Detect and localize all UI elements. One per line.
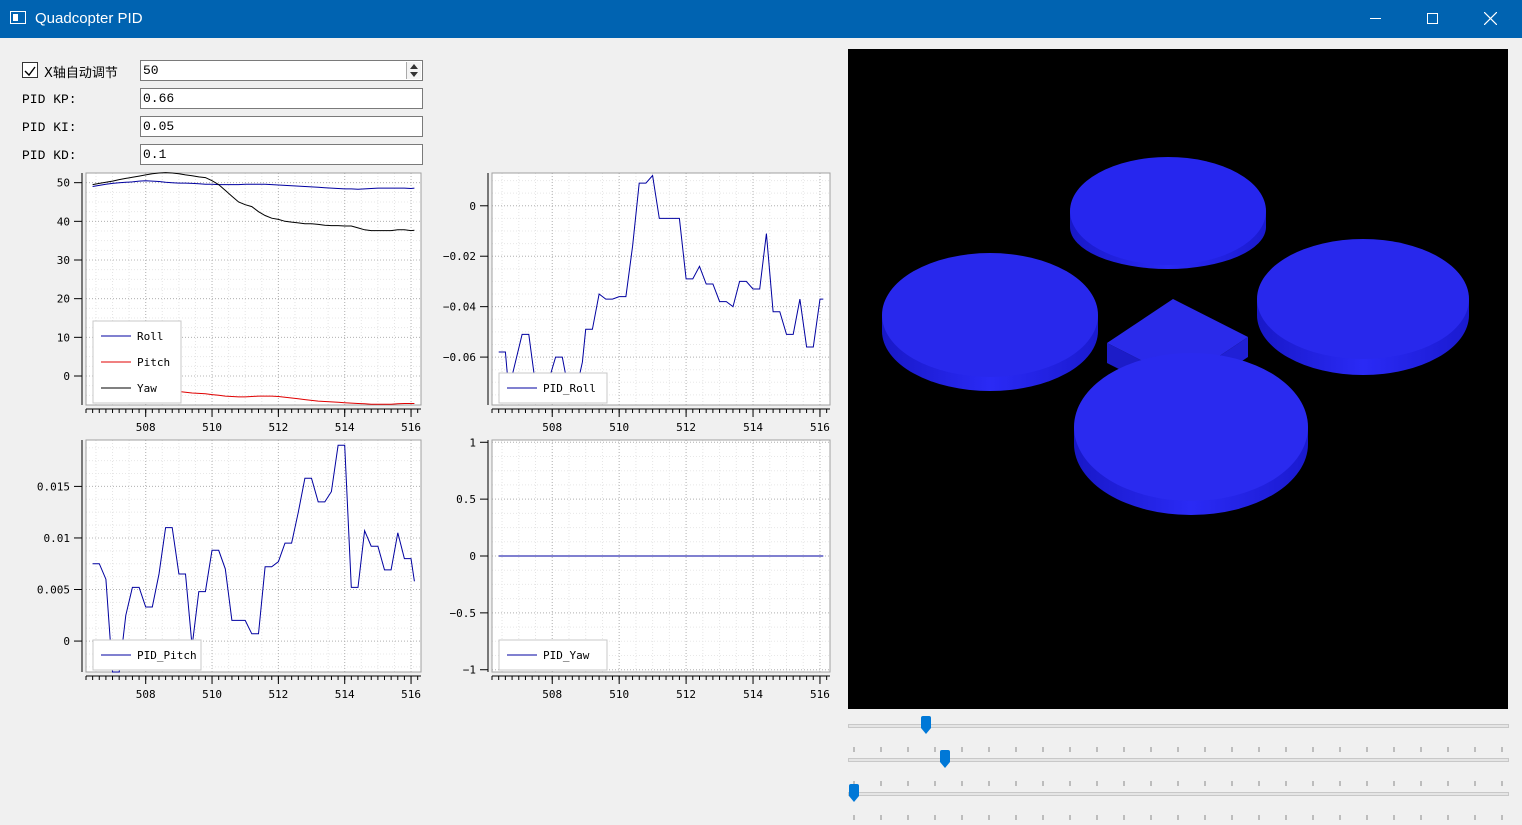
x-tick-label: 510: [202, 421, 222, 434]
x-tick-label: 510: [609, 688, 629, 701]
y-tick-label: 0: [469, 550, 476, 563]
auto-tune-label: X轴自动调节: [44, 66, 118, 81]
y-tick-label: 0: [63, 635, 70, 648]
slider-tick-marks: [853, 815, 1503, 820]
legend-label: PID_Pitch: [137, 649, 197, 662]
checkmark-icon: [24, 66, 36, 77]
slider-1-handle[interactable]: [920, 716, 931, 734]
x-tick-label: 516: [810, 421, 830, 434]
window-title: Quadcopter PID: [35, 10, 143, 27]
minimize-button[interactable]: [1346, 0, 1404, 38]
x-tick-label: 514: [335, 421, 355, 434]
spinbox-value: 50: [143, 63, 159, 78]
y-tick-label: 0: [469, 200, 476, 213]
kp-input[interactable]: 0.66: [140, 88, 423, 109]
auto-tune-checkbox[interactable]: [22, 62, 38, 78]
attitude-chart: 508 510 512 514 516 0 10 20 30 40 50 Roll Pitch Yaw: [20, 170, 430, 440]
y-tick-label: 50: [57, 177, 70, 190]
plot-area: [492, 173, 830, 405]
x-tick-label: 508: [542, 421, 562, 434]
chart-svg: 508 510 512 514 516 1 0.5 0 −0.5 −1 PID_Yaw: [450, 437, 831, 701]
spin-down-icon[interactable]: [410, 72, 418, 77]
legend-label: PID_Roll: [543, 382, 596, 395]
slider-1-ticks: [848, 738, 1509, 752]
x-tick-label: 512: [676, 688, 696, 701]
y-tick-label: 10: [57, 331, 70, 344]
slider-3-handle[interactable]: [849, 784, 859, 802]
auto-tune-spinbox[interactable]: 50: [140, 60, 423, 81]
rotor-back: [1070, 157, 1266, 269]
slider-3-ticks: [848, 806, 1509, 820]
rotor-front: [1074, 353, 1308, 515]
spinbox-arrows[interactable]: [406, 62, 421, 79]
kd-input[interactable]: 0.1: [140, 144, 423, 165]
slider-tick-marks: [853, 781, 1503, 786]
maximize-button[interactable]: [1404, 0, 1462, 38]
kd-label: PID KD:: [22, 148, 77, 163]
quadcopter-3d-view[interactable]: [848, 49, 1508, 709]
x-tick-label: 508: [542, 688, 562, 701]
rotor-right: [1257, 239, 1469, 375]
legend-label: PID_Yaw: [543, 649, 590, 662]
close-icon: [1484, 12, 1497, 25]
x-tick-label: 512: [676, 421, 696, 434]
y-tick-label: −0.5: [450, 607, 477, 620]
x-tick-label: 514: [743, 688, 763, 701]
app-icon: [10, 11, 26, 24]
y-tick-label: −1: [463, 664, 476, 677]
x-tick-label: 508: [136, 421, 156, 434]
legend-label: Roll: [137, 330, 164, 343]
title-bar[interactable]: Quadcopter PID: [0, 0, 1522, 38]
y-tick-label: −0.06: [443, 351, 476, 364]
y-tick-label: 0.5: [456, 493, 476, 506]
y-tick-label: 0.005: [37, 584, 70, 597]
ki-label: PID KI:: [22, 120, 77, 135]
y-tick-label: −0.02: [443, 250, 476, 263]
slider-1-groove[interactable]: [848, 724, 1509, 728]
y-tick-label: −0.04: [443, 301, 476, 314]
pid-yaw-chart: 508 510 512 514 516 1 0.5 0 −0.5 −1 PID_Yaw: [430, 437, 840, 707]
legend-label: Yaw: [137, 382, 157, 395]
ki-input[interactable]: 0.05: [140, 116, 423, 137]
legend-label: Pitch: [137, 356, 170, 369]
x-tick-label: 516: [810, 688, 830, 701]
y-tick-label: 40: [57, 215, 70, 228]
x-tick-label: 512: [268, 688, 288, 701]
slider-2-handle[interactable]: [940, 750, 950, 768]
pid-pitch-chart: 508 510 512 514 516 0 0.005 0.01 0.015 PID_Pitch: [20, 437, 430, 707]
x-tick-label: 516: [401, 688, 421, 701]
y-tick-label: 30: [57, 254, 70, 267]
x-tick-label: 512: [268, 421, 288, 434]
quadcopter-model: [882, 157, 1469, 515]
plot-area: [86, 440, 421, 672]
x-tick-label: 510: [609, 421, 629, 434]
x-tick-label: 508: [136, 688, 156, 701]
y-tick-label: 0.01: [44, 532, 71, 545]
pid-roll-chart: 508 510 512 514 516 0 −0.02 −0.04 −0.06 PID_Roll: [430, 170, 840, 440]
chart-svg: 508 510 512 514 516 0 0.005 0.01 0.015 PID_Pitch: [37, 439, 422, 701]
chart-svg: 508 510 512 514 516 0 −0.02 −0.04 −0.06 PID_Roll: [443, 172, 831, 434]
y-tick-label: 1: [469, 437, 476, 449]
x-tick-label: 516: [401, 421, 421, 434]
x-tick-label: 514: [335, 688, 355, 701]
y-tick-label: 20: [57, 293, 70, 306]
y-tick-label: 0: [63, 370, 70, 383]
rotor-left: [882, 253, 1098, 391]
spin-up-icon[interactable]: [410, 64, 418, 69]
x-tick-label: 510: [202, 688, 222, 701]
y-tick-label: 0.015: [37, 480, 70, 493]
kp-label: PID KP:: [22, 92, 77, 107]
close-button[interactable]: [1462, 0, 1520, 38]
slider-2-ticks: [848, 772, 1509, 786]
x-tick-label: 514: [743, 421, 763, 434]
chart-svg: 508 510 512 514 516 0 10 20 30 40 50 Roll Pitch Yaw: [57, 172, 422, 434]
slider-3-groove[interactable]: [848, 792, 1509, 796]
